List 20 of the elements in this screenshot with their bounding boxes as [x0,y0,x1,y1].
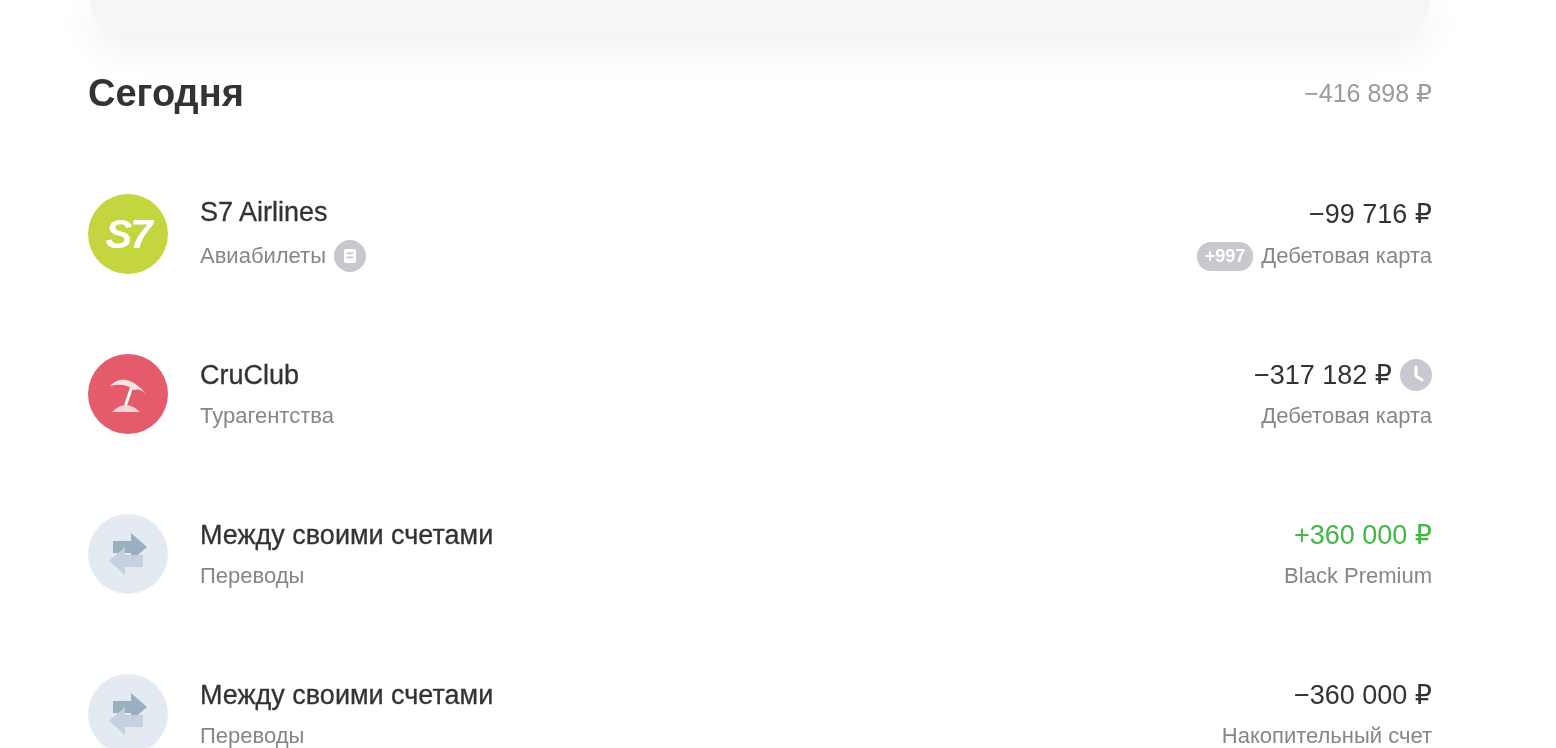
operation-title: Между своими счетами [200,519,495,551]
account-name: Black Premium [1284,563,1432,589]
operation-amount: −99 716 ₽ [1308,197,1432,230]
receipt-icon[interactable] [334,239,366,272]
operation-category: Переводы [200,562,305,589]
account-name: Дебетовая карта [1261,243,1432,269]
operation-category: Турагентства [200,402,334,429]
account-name: Дебетовая карта [1261,403,1432,429]
operation-amount: −360 000 ₽ [1293,679,1432,711]
section-title: Сегодня [88,71,244,115]
operation-title: Между своими счетами [200,679,495,711]
operation-amount: +360 000 ₽ [1293,519,1432,551]
section-total: −416 898 ₽ [1304,78,1432,108]
operation-category: Авиабилеты [200,242,326,269]
operation-category: Переводы [200,722,305,748]
account-name: Накопительный счет [1221,723,1432,748]
operation-amount: −317 182 ₽ [1253,359,1392,391]
operation-title: CruClub [200,359,301,391]
airline-logo: S7 [88,194,168,274]
operation-title: S7 Airlines [200,196,329,228]
